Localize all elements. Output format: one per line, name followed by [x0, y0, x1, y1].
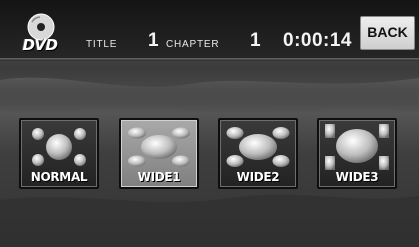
mode-button-wide2[interactable]: WIDE2 — [218, 118, 298, 189]
mode-button-wide3[interactable]: WIDE3 — [317, 118, 397, 189]
chapter-label: CHAPTER — [166, 39, 220, 50]
divider — [0, 58, 419, 61]
back-button[interactable]: BACK — [360, 16, 415, 50]
mode-label: WIDE1 — [137, 170, 181, 184]
status-bar: DVD TITLE 1 CHAPTER 1 0:00:14 BACK — [0, 0, 419, 58]
title-label: TITLE — [86, 39, 118, 50]
elapsed-time: 0:00:14 — [283, 30, 352, 51]
aspect-wide2-icon — [226, 127, 290, 167]
mode-label: WIDE2 — [236, 170, 280, 184]
chapter-number: 1 — [250, 30, 261, 51]
back-button-label: BACK — [367, 24, 408, 40]
logo-text: DVD — [22, 36, 58, 54]
dvd-logo: DVD — [14, 12, 66, 54]
mode-button-normal[interactable]: NORMAL — [19, 118, 99, 189]
aspect-normal-icon — [32, 128, 86, 166]
title-number: 1 — [148, 30, 159, 51]
aspect-wide1-icon — [128, 127, 190, 167]
aspect-wide3-icon — [325, 124, 389, 170]
mode-label: NORMAL — [30, 170, 88, 184]
mode-label: WIDE3 — [335, 170, 379, 184]
mode-button-wide1[interactable]: WIDE1 — [119, 118, 199, 189]
screen: DVD TITLE 1 CHAPTER 1 0:00:14 BACK NORMA… — [0, 0, 419, 247]
